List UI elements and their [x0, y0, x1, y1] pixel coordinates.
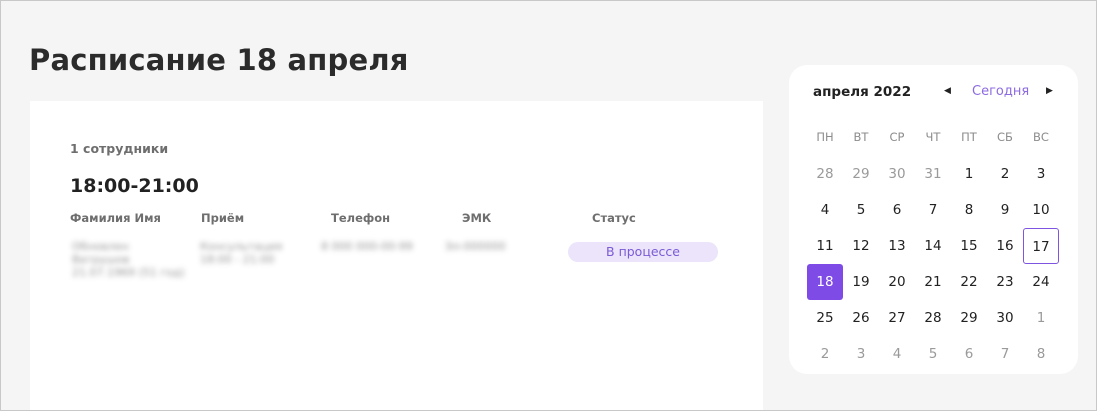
- reception-type: Консультация: [200, 240, 283, 253]
- calendar-day[interactable]: 30: [987, 300, 1023, 336]
- column-header-phone: Телефон: [331, 211, 391, 225]
- calendar-day[interactable]: 15: [951, 228, 987, 264]
- calendar-day[interactable]: 7: [987, 336, 1023, 372]
- calendar-day[interactable]: 24: [1023, 264, 1059, 300]
- calendar-day[interactable]: 2: [807, 336, 843, 372]
- calendar-day[interactable]: 2: [987, 156, 1023, 192]
- reception-cell: Консультация 18:00 - 21:00: [200, 240, 282, 266]
- weekday-label: ЧТ: [925, 130, 941, 144]
- calendar-day[interactable]: 31: [915, 156, 951, 192]
- column-header-emk: ЭМК: [462, 211, 492, 225]
- calendar-day[interactable]: 30: [879, 156, 915, 192]
- column-header-name: Фамилия Имя: [70, 211, 161, 225]
- calendar-day[interactable]: 12: [843, 228, 879, 264]
- calendar-day[interactable]: 1: [1023, 300, 1059, 336]
- calendar-day[interactable]: 23: [987, 264, 1023, 300]
- weekday-label: СР: [889, 130, 905, 144]
- phone-cell: 8 000 000-00-99: [321, 240, 413, 253]
- prev-month-icon[interactable]: ◀: [944, 86, 951, 96]
- calendar-day[interactable]: 4: [879, 336, 915, 372]
- calendar-day[interactable]: 1: [951, 156, 987, 192]
- schedule-card: 1 сотрудники 18:00-21:00 Фамилия Имя При…: [30, 101, 763, 410]
- patient-surname: Обновлен: [72, 240, 129, 253]
- weekday-label: ВС: [1033, 130, 1049, 144]
- calendar-month-label: апреля 2022: [813, 84, 912, 100]
- calendar-day[interactable]: 28: [915, 300, 951, 336]
- patient-firstname: Ватрушов: [72, 253, 130, 266]
- calendar-day[interactable]: 7: [915, 192, 951, 228]
- calendar-day[interactable]: 9: [987, 192, 1023, 228]
- calendar-day[interactable]: 25: [807, 300, 843, 336]
- time-slot: 18:00-21:00: [70, 175, 199, 197]
- calendar-day[interactable]: 5: [843, 192, 879, 228]
- calendar-day[interactable]: 6: [879, 192, 915, 228]
- calendar-day[interactable]: 6: [951, 336, 987, 372]
- calendar-day-today[interactable]: 17: [1023, 228, 1059, 264]
- column-header-reception: Приём: [201, 211, 245, 225]
- calendar-day[interactable]: 4: [807, 192, 843, 228]
- calendar-day[interactable]: 22: [951, 264, 987, 300]
- calendar-day[interactable]: 11: [807, 228, 843, 264]
- calendar-day[interactable]: 16: [987, 228, 1023, 264]
- calendar-widget: апреля 2022 ◀ Сегодня ▶ ПН ВТ СР ЧТ ПТ СБ ВС 2…: [789, 65, 1078, 374]
- calendar-day[interactable]: 10: [1023, 192, 1059, 228]
- calendar-day[interactable]: 26: [843, 300, 879, 336]
- calendar-day[interactable]: 29: [843, 156, 879, 192]
- emk-cell[interactable]: Эл-000000: [445, 240, 506, 253]
- page-title: Расписание 18 апреля: [29, 43, 409, 77]
- calendar-day[interactable]: 14: [915, 228, 951, 264]
- calendar-day[interactable]: 21: [915, 264, 951, 300]
- patient-birthdate: 21.07.1969 (51 год): [72, 266, 185, 279]
- calendar-day[interactable]: 8: [951, 192, 987, 228]
- weekday-label: ПТ: [961, 130, 977, 144]
- patient-name-cell: Обновлен Ватрушов 21.07.1969 (51 год): [72, 240, 185, 279]
- app-frame: Расписание 18 апреля 1 сотрудники 18:00-…: [0, 0, 1097, 411]
- calendar-day[interactable]: 19: [843, 264, 879, 300]
- reception-time: 18:00 - 21:00: [200, 253, 275, 266]
- calendar-day[interactable]: 29: [951, 300, 987, 336]
- calendar-day[interactable]: 3: [843, 336, 879, 372]
- calendar-day[interactable]: 3: [1023, 156, 1059, 192]
- calendar-day[interactable]: 13: [879, 228, 915, 264]
- column-header-status: Статус: [592, 211, 636, 225]
- calendar-day[interactable]: 27: [879, 300, 915, 336]
- weekday-label: ВТ: [853, 130, 869, 144]
- employee-count: 1 сотрудники: [70, 141, 169, 156]
- calendar-day[interactable]: 20: [879, 264, 915, 300]
- weekday-label: СБ: [997, 130, 1013, 144]
- calendar-day-selected[interactable]: 18: [807, 264, 843, 300]
- next-month-icon[interactable]: ▶: [1046, 86, 1053, 96]
- status-badge: В процессе: [568, 242, 718, 262]
- today-button[interactable]: Сегодня: [972, 84, 1029, 99]
- calendar-day[interactable]: 28: [807, 156, 843, 192]
- calendar-day[interactable]: 5: [915, 336, 951, 372]
- weekday-label: ПН: [816, 130, 834, 144]
- calendar-day[interactable]: 8: [1023, 336, 1059, 372]
